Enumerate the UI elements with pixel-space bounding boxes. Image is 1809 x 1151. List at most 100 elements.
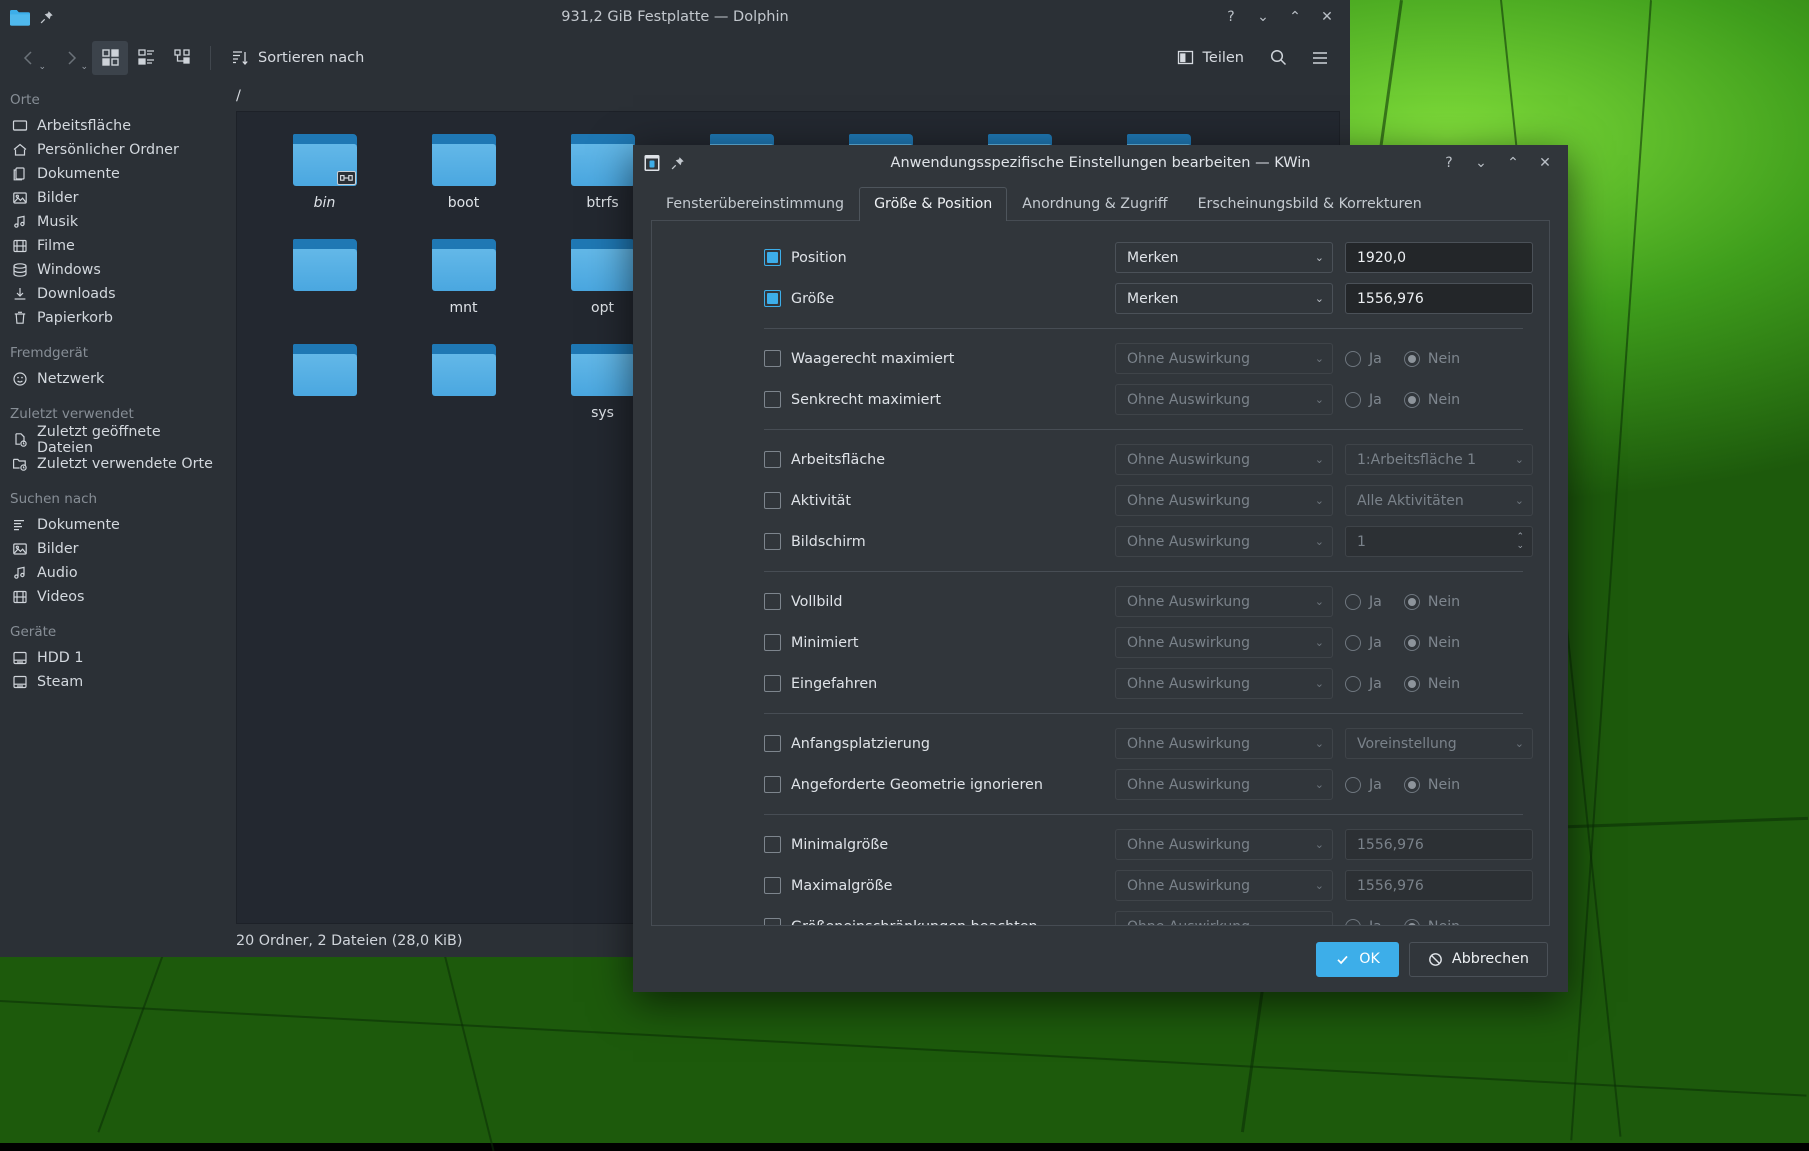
- dolphin-shade-button[interactable]: ⌄: [1250, 4, 1276, 30]
- value-input-position[interactable]: 1920,0: [1345, 242, 1533, 273]
- value-radiogroup-minimiert[interactable]: JaNein: [1345, 635, 1533, 651]
- checkbox-anfangsplatzierung[interactable]: [764, 735, 781, 752]
- pin-icon[interactable]: [40, 10, 54, 24]
- setting-label-aktivität[interactable]: Aktivität: [652, 492, 1115, 509]
- value-radiogroup-waagerecht-maximiert[interactable]: JaNein: [1345, 351, 1533, 367]
- value-radiogroup-größeneinschränkungen-beachten[interactable]: JaNein: [1345, 919, 1533, 927]
- folder-item[interactable]: [255, 231, 394, 336]
- tab-anordnung-zugriff[interactable]: Anordnung & Zugriff: [1007, 187, 1182, 221]
- radio-yes-eingefahren[interactable]: [1345, 676, 1361, 692]
- value-input-größe[interactable]: 1556,976: [1345, 283, 1533, 314]
- tab-erscheinungsbild-korrekturen[interactable]: Erscheinungsbild & Korrekturen: [1183, 187, 1437, 221]
- tab-größe-position[interactable]: Größe & Position: [859, 187, 1007, 221]
- sidebar-item-zuletzt-geöffnete-dateien[interactable]: Zuletzt geöffnete Dateien: [0, 428, 218, 452]
- radio-yes-größeneinschränkungen-beachten[interactable]: [1345, 919, 1361, 927]
- setting-label-anfangsplatzierung[interactable]: Anfangsplatzierung: [652, 735, 1115, 752]
- ok-button[interactable]: OK: [1316, 942, 1399, 977]
- sidebar-item-persönlicher-ordner[interactable]: Persönlicher Ordner: [0, 138, 218, 162]
- sidebar-item-bilder[interactable]: Bilder: [0, 186, 218, 210]
- sidebar-item-audio[interactable]: Audio: [0, 561, 218, 585]
- folder-item-bin[interactable]: bin: [255, 126, 394, 231]
- value-radiogroup-angeforderte-geometrie-ignorieren[interactable]: JaNein: [1345, 777, 1533, 793]
- value-radiogroup-vollbild[interactable]: JaNein: [1345, 594, 1533, 610]
- breadcrumb[interactable]: /: [218, 81, 1350, 111]
- setting-label-größe[interactable]: Größe: [652, 290, 1115, 307]
- sidebar-item-bilder[interactable]: Bilder: [0, 537, 218, 561]
- radio-no-angeforderte-geometrie-ignorieren[interactable]: [1404, 777, 1420, 793]
- sidebar-item-hdd-1[interactable]: HDD 1: [0, 646, 218, 670]
- radio-no-minimiert[interactable]: [1404, 635, 1420, 651]
- sidebar-item-dokumente[interactable]: Dokumente: [0, 513, 218, 537]
- radio-yes-vollbild[interactable]: [1345, 594, 1361, 610]
- folder-item[interactable]: [255, 336, 394, 441]
- radio-yes-waagerecht-maximiert[interactable]: [1345, 351, 1361, 367]
- radio-yes-angeforderte-geometrie-ignorieren[interactable]: [1345, 777, 1361, 793]
- radio-no-senkrecht-maximiert[interactable]: [1404, 392, 1420, 408]
- cancel-button[interactable]: Abbrechen: [1409, 942, 1548, 977]
- hamburger-menu-icon[interactable]: [1302, 41, 1338, 75]
- sidebar-item-windows[interactable]: Windows: [0, 258, 218, 282]
- dolphin-titlebar[interactable]: 931,2 GiB Festplatte — Dolphin ? ⌄ ⌃ ✕: [0, 0, 1350, 34]
- kwin-help-button[interactable]: ?: [1436, 150, 1462, 176]
- view-details-button[interactable]: [164, 41, 200, 75]
- checkbox-minimalgröße[interactable]: [764, 836, 781, 853]
- sidebar-item-zuletzt-verwendete-orte[interactable]: Zuletzt verwendete Orte: [0, 452, 218, 476]
- checkbox-arbeitsfläche[interactable]: [764, 451, 781, 468]
- dolphin-maximize-button[interactable]: ⌃: [1282, 4, 1308, 30]
- checkbox-vollbild[interactable]: [764, 593, 781, 610]
- view-icons-button[interactable]: [92, 41, 128, 75]
- checkbox-minimiert[interactable]: [764, 634, 781, 651]
- view-compact-button[interactable]: [128, 41, 164, 75]
- back-button[interactable]: ⌄: [8, 41, 50, 75]
- setting-label-minimalgröße[interactable]: Minimalgröße: [652, 836, 1115, 853]
- setting-label-größeneinschränkungen-beachten[interactable]: Größeneinschränkungen beachten: [652, 918, 1115, 926]
- checkbox-bildschirm[interactable]: [764, 533, 781, 550]
- sidebar-item-dokumente[interactable]: Dokumente: [0, 162, 218, 186]
- value-radiogroup-senkrecht-maximiert[interactable]: JaNein: [1345, 392, 1533, 408]
- sidebar-item-steam[interactable]: Steam: [0, 670, 218, 694]
- setting-label-waagerecht-maximiert[interactable]: Waagerecht maximiert: [652, 350, 1115, 367]
- search-icon[interactable]: [1260, 41, 1296, 75]
- sidebar-item-arbeitsfläche[interactable]: Arbeitsfläche: [0, 114, 218, 138]
- tab-fensterübereinstimmung[interactable]: Fensterübereinstimmung: [651, 187, 859, 221]
- value-radiogroup-eingefahren[interactable]: JaNein: [1345, 676, 1533, 692]
- dolphin-help-button[interactable]: ?: [1218, 4, 1244, 30]
- folder-item[interactable]: [394, 336, 533, 441]
- folder-item-boot[interactable]: boot: [394, 126, 533, 231]
- checkbox-senkrecht-maximiert[interactable]: [764, 391, 781, 408]
- radio-yes-minimiert[interactable]: [1345, 635, 1361, 651]
- sidebar-item-downloads[interactable]: Downloads: [0, 282, 218, 306]
- sidebar-item-papierkorb[interactable]: Papierkorb: [0, 306, 218, 330]
- checkbox-angeforderte-geometrie-ignorieren[interactable]: [764, 776, 781, 793]
- sidebar-item-filme[interactable]: Filme: [0, 234, 218, 258]
- kwin-shade-button[interactable]: ⌄: [1468, 150, 1494, 176]
- checkbox-größeneinschränkungen-beachten[interactable]: [764, 918, 781, 926]
- kwin-titlebar[interactable]: Anwendungsspezifische Einstellungen bear…: [633, 145, 1568, 181]
- checkbox-position[interactable]: [764, 249, 781, 266]
- policy-select-position[interactable]: Merken⌄: [1115, 242, 1333, 273]
- forward-button[interactable]: ⌄: [50, 41, 92, 75]
- checkbox-waagerecht-maximiert[interactable]: [764, 350, 781, 367]
- radio-no-größeneinschränkungen-beachten[interactable]: [1404, 919, 1420, 927]
- setting-label-bildschirm[interactable]: Bildschirm: [652, 533, 1115, 550]
- forward-history-caret[interactable]: ⌄: [80, 62, 88, 72]
- sidebar-item-videos[interactable]: Videos: [0, 585, 218, 609]
- folder-item-mnt[interactable]: mnt: [394, 231, 533, 336]
- dolphin-close-button[interactable]: ✕: [1314, 4, 1340, 30]
- setting-label-vollbild[interactable]: Vollbild: [652, 593, 1115, 610]
- share-button[interactable]: Teilen: [1167, 41, 1254, 75]
- radio-no-waagerecht-maximiert[interactable]: [1404, 351, 1420, 367]
- setting-label-maximalgröße[interactable]: Maximalgröße: [652, 877, 1115, 894]
- kwin-maximize-button[interactable]: ⌃: [1500, 150, 1526, 176]
- checkbox-maximalgröße[interactable]: [764, 877, 781, 894]
- back-history-caret[interactable]: ⌄: [38, 62, 46, 72]
- sort-by-button[interactable]: Sortieren nach: [221, 41, 374, 75]
- sidebar-item-musik[interactable]: Musik: [0, 210, 218, 234]
- radio-yes-senkrecht-maximiert[interactable]: [1345, 392, 1361, 408]
- setting-label-minimiert[interactable]: Minimiert: [652, 634, 1115, 651]
- kwin-close-button[interactable]: ✕: [1532, 150, 1558, 176]
- radio-no-vollbild[interactable]: [1404, 594, 1420, 610]
- setting-label-senkrecht-maximiert[interactable]: Senkrecht maximiert: [652, 391, 1115, 408]
- sidebar-item-netzwerk[interactable]: Netzwerk: [0, 367, 218, 391]
- policy-select-größe[interactable]: Merken⌄: [1115, 283, 1333, 314]
